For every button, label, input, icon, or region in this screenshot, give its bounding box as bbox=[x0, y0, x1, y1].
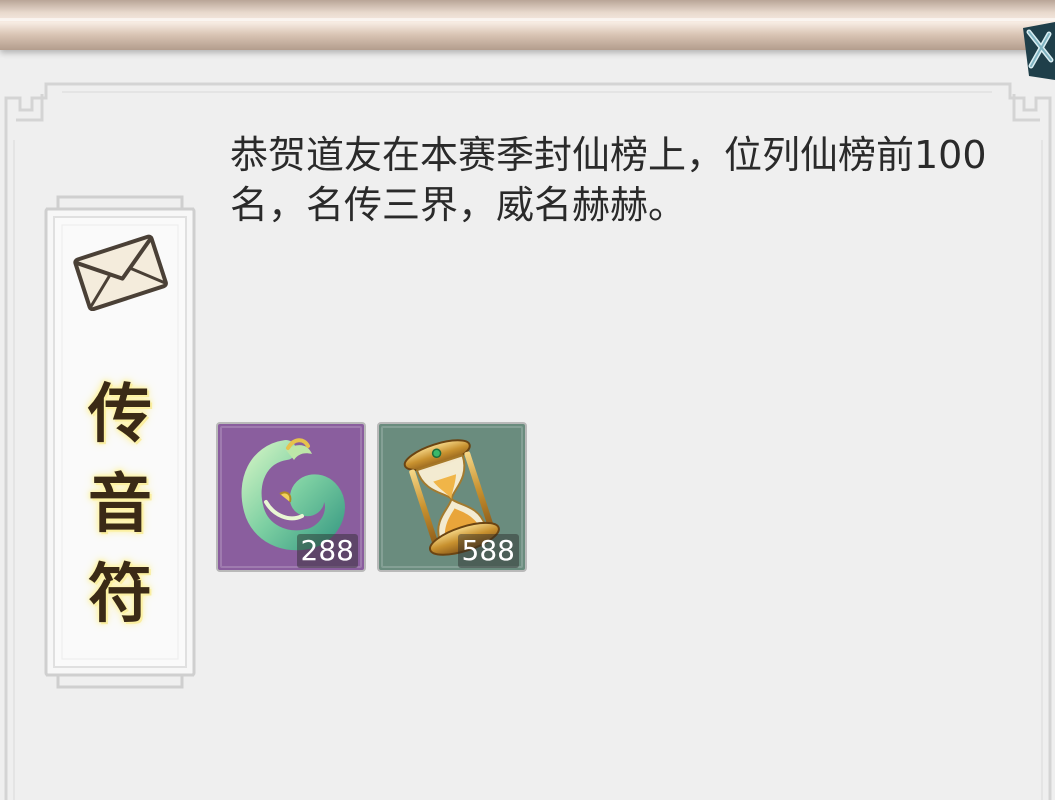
envelope-icon bbox=[73, 234, 168, 311]
close-icon bbox=[1023, 22, 1055, 80]
banner-char-1: 传 bbox=[88, 377, 152, 452]
envelope-banner: 传 音 符 bbox=[44, 195, 196, 689]
top-scroll-rod bbox=[0, 0, 1055, 50]
reward-item-hourglass[interactable]: 588 bbox=[377, 422, 527, 572]
reward-item-jade-pendant[interactable]: 288 bbox=[216, 422, 366, 572]
banner-char-3: 符 bbox=[88, 557, 152, 632]
item-count: 288 bbox=[296, 534, 358, 568]
mail-message: 恭贺道友在本赛季封仙榜上，位列仙榜前100名，名传三界，威名赫赫。 bbox=[230, 133, 987, 227]
item-count: 588 bbox=[457, 534, 519, 568]
banner-char-2: 音 bbox=[88, 467, 152, 542]
banner-title: 传 音 符 bbox=[62, 370, 178, 640]
close-button[interactable] bbox=[1015, 20, 1055, 82]
